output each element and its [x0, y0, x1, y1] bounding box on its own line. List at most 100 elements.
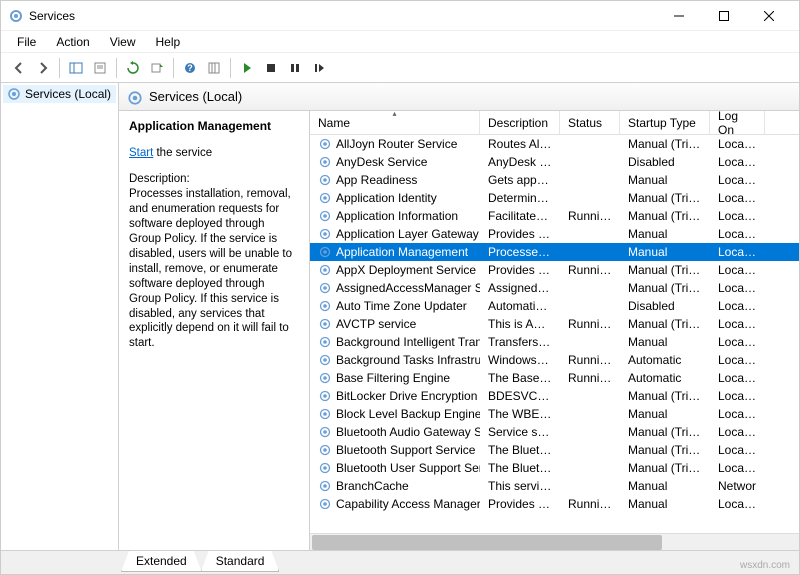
cell-description: The Bluetoo...	[480, 443, 560, 457]
separator	[173, 58, 174, 78]
start-link[interactable]: Start	[129, 147, 153, 159]
cell-startup: Manual (Trig...	[620, 191, 710, 205]
cell-name: App Readiness	[310, 173, 480, 187]
cell-name: Background Intelligent Tran...	[310, 335, 480, 349]
service-row[interactable]: Base Filtering EngineThe Base Fil...Runn…	[310, 369, 799, 387]
service-row[interactable]: Application InformationFacilitates t...R…	[310, 207, 799, 225]
menu-help[interactable]: Help	[146, 33, 191, 51]
cell-startup: Disabled	[620, 155, 710, 169]
gear-icon	[318, 461, 332, 475]
cell-logon: Local Se	[710, 137, 765, 151]
gear-icon	[318, 317, 332, 331]
cell-status: Running	[560, 263, 620, 277]
cell-startup: Manual	[620, 335, 710, 349]
cell-name: Bluetooth Audio Gateway S...	[310, 425, 480, 439]
tab-standard[interactable]: Standard	[201, 551, 280, 572]
window-title: Services	[29, 9, 656, 23]
restart-service-button[interactable]	[308, 57, 330, 79]
service-row[interactable]: Bluetooth Audio Gateway S...Service sup.…	[310, 423, 799, 441]
service-row[interactable]: App ReadinessGets apps re...ManualLocal …	[310, 171, 799, 189]
service-row[interactable]: Application Layer Gateway ...Provides su…	[310, 225, 799, 243]
forward-button[interactable]	[32, 57, 54, 79]
service-row[interactable]: Background Tasks Infrastruc...Windows in…	[310, 351, 799, 369]
gear-icon	[318, 407, 332, 421]
tab-extended[interactable]: Extended	[121, 551, 202, 572]
col-header-name[interactable]: Name▴	[310, 111, 480, 134]
selected-service-name: Application Management	[129, 119, 299, 133]
export-button[interactable]	[146, 57, 168, 79]
show-hide-tree-button[interactable]	[65, 57, 87, 79]
col-header-startup[interactable]: Startup Type	[620, 111, 710, 134]
services-list: Name▴ Description Status Startup Type Lo…	[309, 111, 799, 550]
cell-name: AppX Deployment Service (...	[310, 263, 480, 277]
minimize-button[interactable]	[656, 2, 701, 30]
col-header-description[interactable]: Description	[480, 111, 560, 134]
service-row[interactable]: BranchCacheThis service ...ManualNetwor	[310, 477, 799, 495]
start-text: the service	[153, 147, 212, 159]
horizontal-scrollbar[interactable]	[310, 533, 799, 550]
back-button[interactable]	[8, 57, 30, 79]
service-row[interactable]: Application IdentityDetermines ...Manual…	[310, 189, 799, 207]
service-row[interactable]: AVCTP serviceThis is Audi...RunningManua…	[310, 315, 799, 333]
properties-button[interactable]	[89, 57, 111, 79]
tree-services-local[interactable]: Services (Local)	[3, 85, 116, 103]
service-row[interactable]: AppX Deployment Service (...Provides inf…	[310, 261, 799, 279]
cell-status: Running	[560, 317, 620, 331]
gear-icon	[318, 155, 332, 169]
titlebar: Services	[1, 1, 799, 31]
service-row[interactable]: Bluetooth User Support Ser...The Bluetoo…	[310, 459, 799, 477]
menu-action[interactable]: Action	[46, 33, 99, 51]
service-row[interactable]: AnyDesk ServiceAnyDesk su...DisabledLoca…	[310, 153, 799, 171]
service-row[interactable]: Application ManagementProcesses in...Man…	[310, 243, 799, 261]
gear-icon	[318, 245, 332, 259]
menu-file[interactable]: File	[7, 33, 46, 51]
cell-status: Running	[560, 209, 620, 223]
cell-description: Gets apps re...	[480, 173, 560, 187]
window-controls	[656, 2, 791, 30]
start-service-button[interactable]	[236, 57, 258, 79]
service-row[interactable]: Capability Access Manager ...Provides fa…	[310, 495, 799, 513]
gear-icon	[318, 443, 332, 457]
watermark: wsxdn.com	[740, 560, 790, 571]
cell-startup: Manual (Trig...	[620, 425, 710, 439]
refresh-button[interactable]	[122, 57, 144, 79]
cell-description: BDESVC hos...	[480, 389, 560, 403]
menu-view[interactable]: View	[100, 33, 146, 51]
service-row[interactable]: AllJoyn Router ServiceRoutes AllJo...Man…	[310, 135, 799, 153]
cell-logon: Local Sy	[710, 353, 765, 367]
cell-name: Application Identity	[310, 191, 480, 205]
gear-icon	[318, 389, 332, 403]
separator	[116, 58, 117, 78]
close-button[interactable]	[746, 2, 791, 30]
cell-name: BranchCache	[310, 479, 480, 493]
service-row[interactable]: Block Level Backup Engine ...The WBENG..…	[310, 405, 799, 423]
cell-name: Bluetooth User Support Ser...	[310, 461, 480, 475]
service-row[interactable]: Background Intelligent Tran...Transfers …	[310, 333, 799, 351]
cell-description: Routes AllJo...	[480, 137, 560, 151]
pause-service-button[interactable]	[284, 57, 306, 79]
cell-logon: Local Sy	[710, 209, 765, 223]
select-columns-button[interactable]	[203, 57, 225, 79]
cell-logon: Local Se	[710, 299, 765, 313]
cell-name: Auto Time Zone Updater	[310, 299, 480, 313]
help-button[interactable]: ?	[179, 57, 201, 79]
cell-name: AssignedAccessManager Se...	[310, 281, 480, 295]
col-header-logon[interactable]: Log On	[710, 111, 765, 134]
console-tree[interactable]: Services (Local)	[1, 83, 119, 550]
service-row[interactable]: Bluetooth Support ServiceThe Bluetoo...M…	[310, 441, 799, 459]
maximize-button[interactable]	[701, 2, 746, 30]
scrollbar-thumb[interactable]	[312, 535, 662, 550]
stop-service-button[interactable]	[260, 57, 282, 79]
service-row[interactable]: Auto Time Zone UpdaterAutomatica...Disab…	[310, 297, 799, 315]
service-row[interactable]: BitLocker Drive Encryption ...BDESVC hos…	[310, 387, 799, 405]
gear-icon	[318, 371, 332, 385]
gear-icon	[318, 425, 332, 439]
gear-icon	[318, 209, 332, 223]
cell-description: This service ...	[480, 479, 560, 493]
cell-startup: Manual	[620, 245, 710, 259]
list-body[interactable]: AllJoyn Router ServiceRoutes AllJo...Man…	[310, 135, 799, 533]
service-row[interactable]: AssignedAccessManager Se...AssignedAc...…	[310, 279, 799, 297]
cell-logon: Local Sy	[710, 461, 765, 475]
col-header-status[interactable]: Status	[560, 111, 620, 134]
cell-description: This is Audi...	[480, 317, 560, 331]
